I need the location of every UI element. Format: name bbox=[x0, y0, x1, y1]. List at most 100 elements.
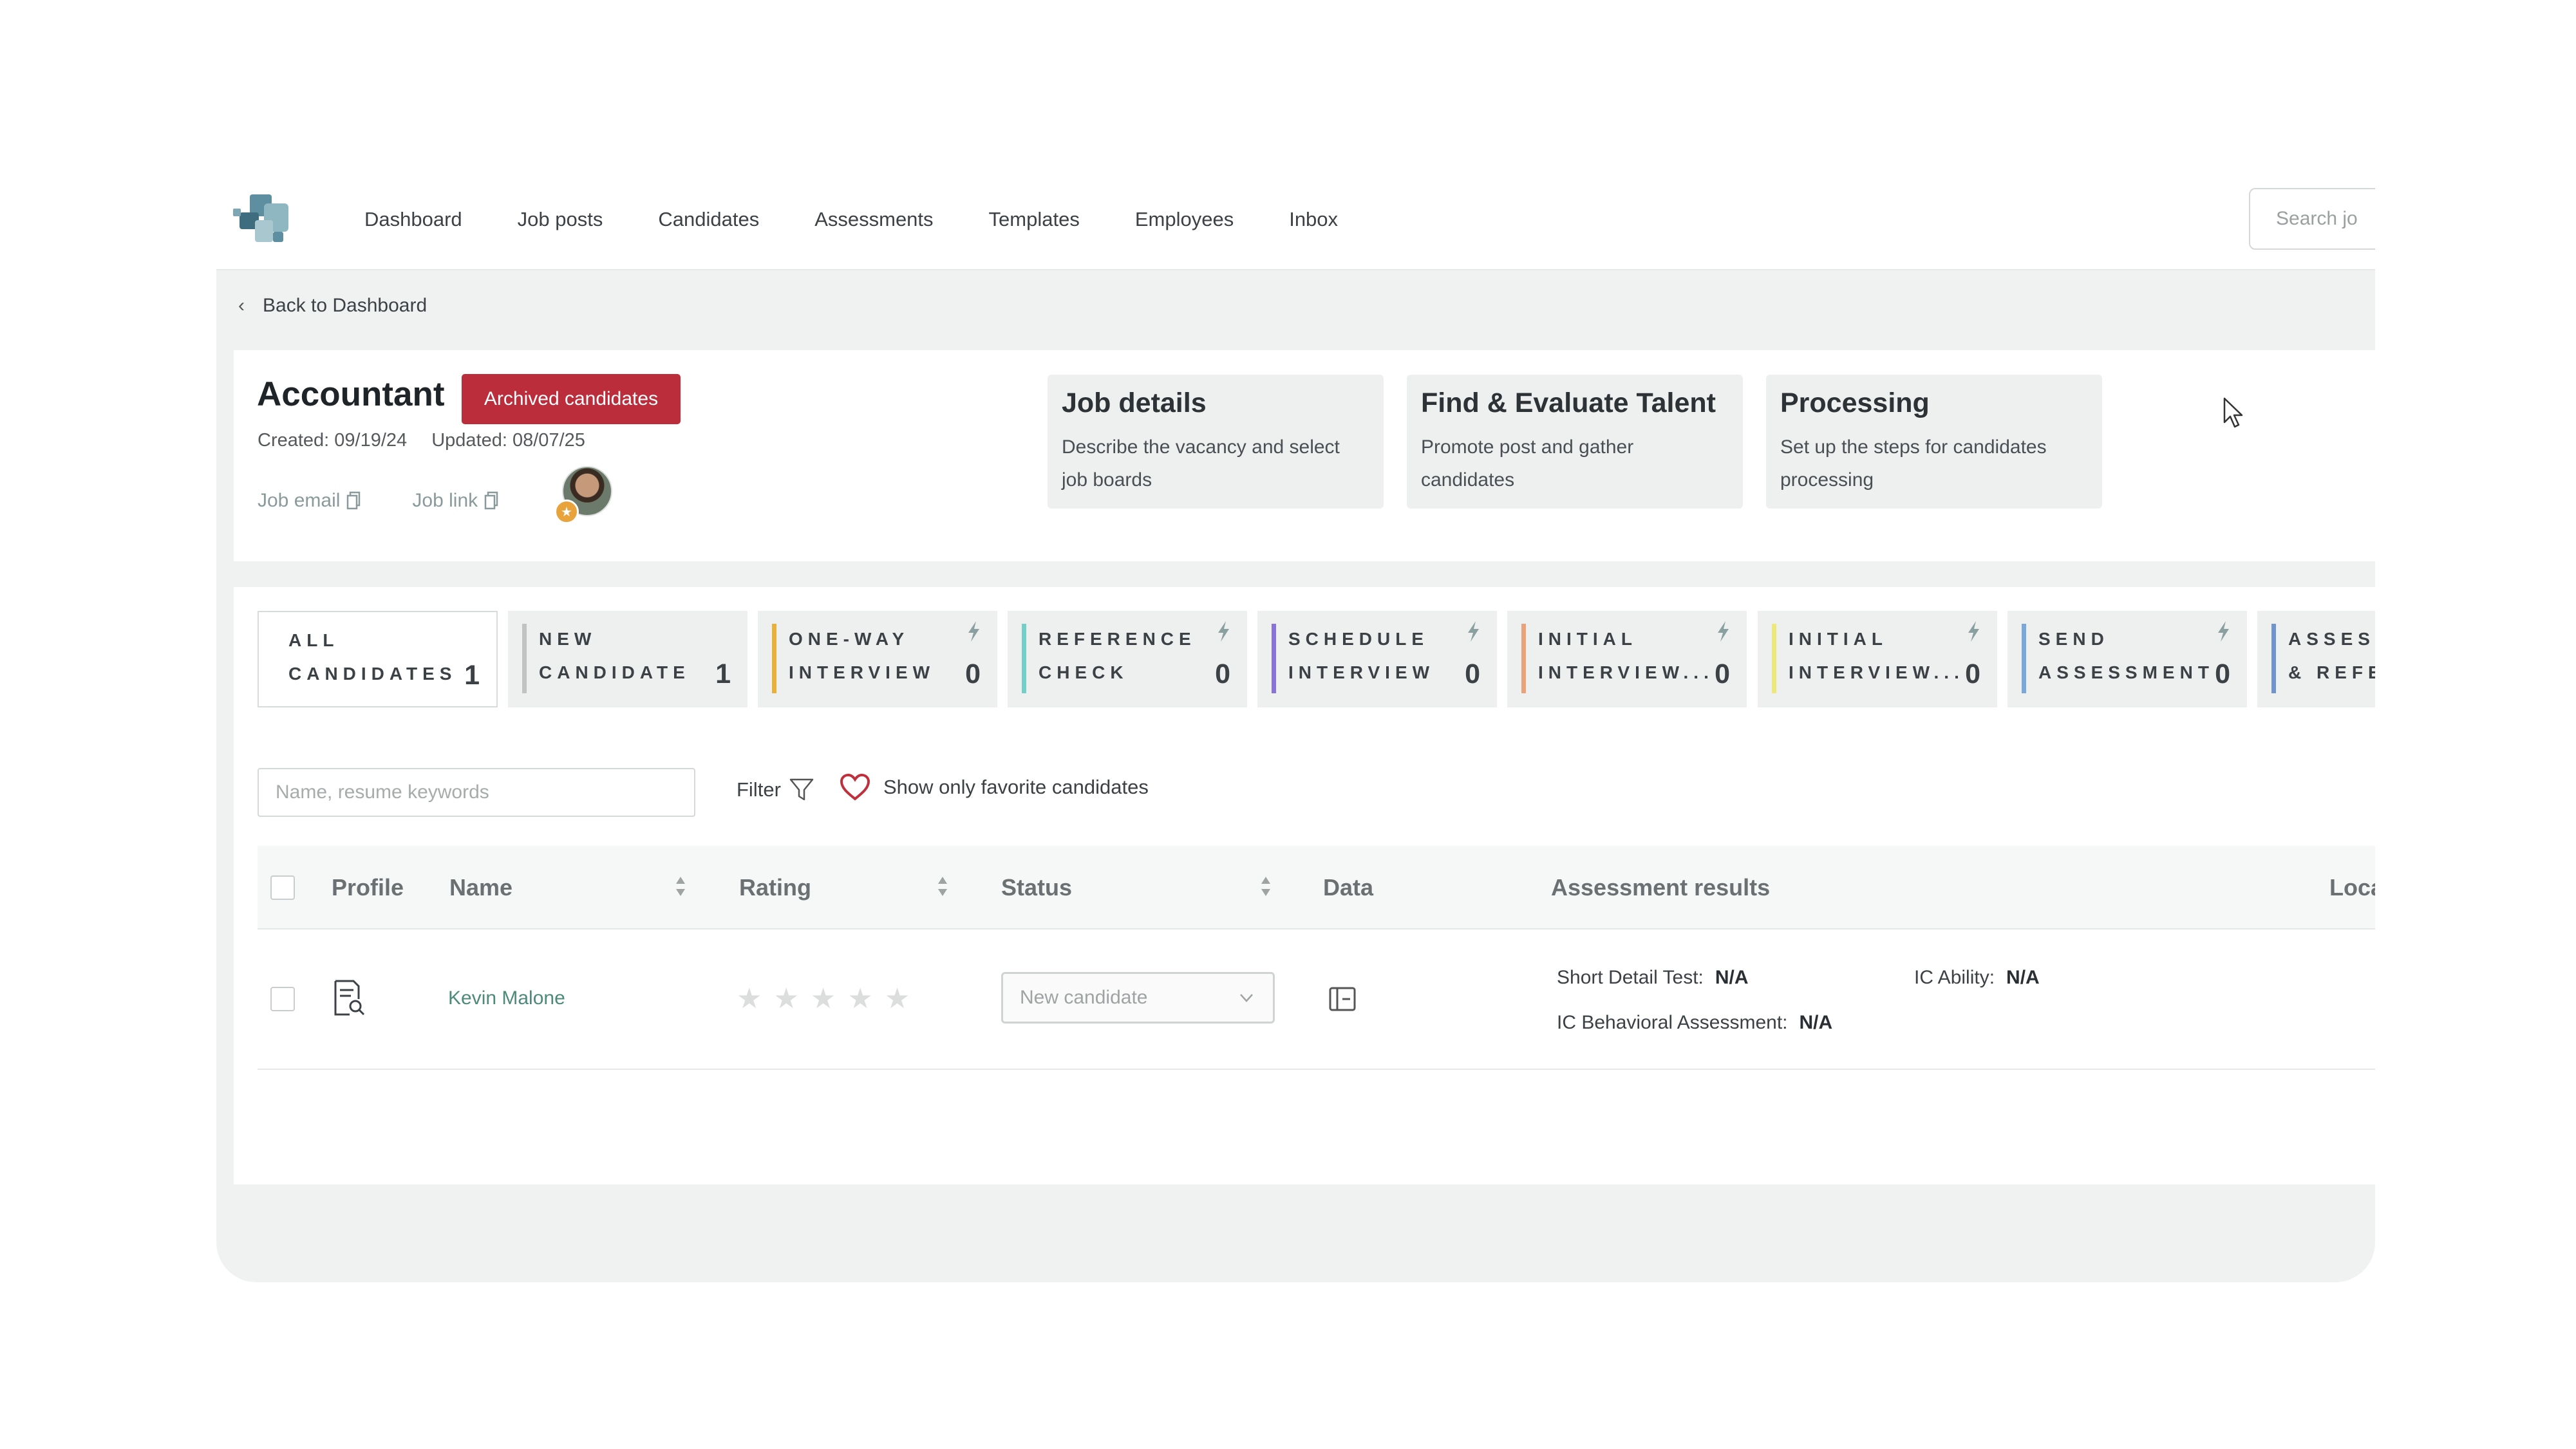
main-nav: Dashboard Job posts Candidates Assessmen… bbox=[364, 169, 1393, 270]
step-desc-line2: processing bbox=[1780, 469, 1874, 491]
stage-label: INITIAL INTERVIEW... bbox=[1538, 629, 1714, 682]
stage-color-bar bbox=[2022, 624, 2026, 693]
job-email-link[interactable]: Job email bbox=[258, 490, 361, 512]
back-to-dashboard-link[interactable]: ‹ Back to Dashboard bbox=[238, 295, 427, 317]
select-all-checkbox[interactable] bbox=[270, 875, 295, 900]
table-row[interactable]: Kevin Malone ★ ★ ★ ★ ★ New candidate Short D… bbox=[258, 930, 2375, 1070]
automation-bolt-icon bbox=[2218, 621, 2229, 642]
stage-color-bar bbox=[2271, 624, 2276, 693]
assessment-ic-ability: IC Ability: N/A bbox=[1914, 967, 2040, 989]
automation-bolt-icon bbox=[968, 621, 979, 642]
filter-button[interactable]: Filter bbox=[737, 778, 814, 802]
stage-label: NEW CANDIDATE bbox=[539, 629, 690, 682]
stage-tab[interactable]: ONE-WAY INTERVIEW 0 bbox=[758, 611, 997, 707]
star-icon[interactable]: ★ bbox=[773, 985, 798, 1013]
stage-label: ASSESSI & REFE... bbox=[2288, 629, 2375, 682]
status-select[interactable]: New candidate bbox=[1001, 972, 1275, 1024]
stage-color-bar bbox=[1521, 624, 1526, 693]
step-card-processing[interactable]: Processing Set up the steps for candidat… bbox=[1766, 375, 2102, 509]
col-name[interactable]: Name bbox=[449, 846, 512, 930]
nav-job-posts[interactable]: Job posts bbox=[518, 208, 603, 231]
stage-count: 0 bbox=[2215, 659, 2230, 689]
stage-tab[interactable]: INITIAL INTERVIEW... 0 bbox=[1507, 611, 1747, 707]
job-title: Accountant bbox=[257, 375, 445, 413]
automation-bolt-icon bbox=[1468, 621, 1479, 642]
back-label: Back to Dashboard bbox=[263, 295, 428, 316]
company-logo[interactable] bbox=[230, 189, 298, 247]
step-desc-line1: Describe the vacancy and select bbox=[1062, 436, 1340, 458]
job-link-label: Job link bbox=[412, 490, 478, 511]
automation-bolt-icon bbox=[1718, 621, 1729, 642]
copy-icon[interactable] bbox=[484, 491, 498, 510]
stage-tab[interactable]: ASSESSI & REFE... bbox=[2257, 611, 2375, 707]
stage-tab[interactable]: SCHEDULE INTERVIEW 0 bbox=[1257, 611, 1497, 707]
automation-bolt-icon bbox=[1968, 621, 1979, 642]
stage-color-bar bbox=[1022, 624, 1026, 693]
filter-label: Filter bbox=[737, 778, 781, 801]
stage-label: REFERENCE CHECK bbox=[1039, 629, 1196, 682]
job-links: Job email Job link bbox=[258, 490, 550, 512]
job-link-link[interactable]: Job link bbox=[412, 490, 498, 512]
step-title: Processing bbox=[1780, 388, 1930, 418]
star-icon[interactable]: ★ bbox=[811, 985, 836, 1013]
stage-tab[interactable]: ALL CANDIDATES 1 bbox=[258, 611, 498, 707]
stage-tab[interactable]: NEW CANDIDATE 1 bbox=[508, 611, 747, 707]
heart-icon bbox=[840, 774, 870, 801]
chevron-down-icon bbox=[1240, 994, 1253, 1002]
nav-dashboard[interactable]: Dashboard bbox=[364, 208, 462, 231]
nav-inbox[interactable]: Inbox bbox=[1289, 208, 1338, 231]
nav-assessments[interactable]: Assessments bbox=[814, 208, 933, 231]
stage-count: 0 bbox=[1715, 659, 1730, 689]
copy-icon[interactable] bbox=[346, 491, 361, 510]
col-rating[interactable]: Rating bbox=[739, 846, 811, 930]
sort-rating-icon[interactable] bbox=[937, 875, 948, 897]
stage-color-bar bbox=[1272, 624, 1276, 693]
assessment-label: Short Detail Test: bbox=[1557, 967, 1704, 988]
favorites-toggle[interactable]: Show only favorite candidates bbox=[840, 774, 1149, 801]
step-desc-line2: candidates bbox=[1421, 469, 1515, 491]
stage-tab[interactable]: INITIAL INTERVIEW... 0 bbox=[1758, 611, 1997, 707]
stage-tab[interactable]: REFERENCE CHECK 0 bbox=[1008, 611, 1247, 707]
step-card-find-evaluate[interactable]: Find & Evaluate Talent Promote post and … bbox=[1407, 375, 1743, 509]
resume-preview-icon[interactable] bbox=[333, 980, 365, 1017]
candidate-name-link[interactable]: Kevin Malone bbox=[448, 987, 565, 1009]
stage-label: ONE-WAY INTERVIEW bbox=[789, 629, 935, 682]
stage-label: ALL CANDIDATES bbox=[288, 630, 457, 684]
nav-candidates[interactable]: Candidates bbox=[658, 208, 759, 231]
stage-label: INITIAL INTERVIEW... bbox=[1789, 629, 1964, 682]
col-location: Locati bbox=[2329, 874, 2375, 901]
filter-icon bbox=[789, 778, 814, 801]
stage-label: SEND ASSESSMENT bbox=[2038, 629, 2214, 682]
assessment-label: IC Behavioral Assessment: bbox=[1557, 1012, 1788, 1033]
candidate-search-input[interactable] bbox=[258, 768, 695, 817]
sort-name-icon[interactable] bbox=[675, 875, 686, 897]
star-icon[interactable]: ★ bbox=[737, 985, 762, 1013]
chevron-left-icon: ‹ bbox=[238, 295, 245, 316]
global-search bbox=[2249, 188, 2375, 250]
search-input[interactable] bbox=[2275, 207, 2375, 230]
assessment-value: N/A bbox=[1799, 1012, 1833, 1033]
step-title: Job details bbox=[1062, 388, 1207, 418]
step-desc-line1: Promote post and gather bbox=[1421, 436, 1634, 458]
sort-status-icon[interactable] bbox=[1260, 875, 1272, 897]
star-icon[interactable]: ★ bbox=[847, 985, 872, 1013]
favorites-label: Show only favorite candidates bbox=[883, 776, 1149, 798]
assessment-label: IC Ability: bbox=[1914, 967, 1995, 988]
candidate-data-icon[interactable] bbox=[1328, 986, 1357, 1012]
stage-count: 0 bbox=[965, 659, 981, 689]
step-desc-line2: job boards bbox=[1062, 469, 1152, 491]
stage-tab[interactable]: SEND ASSESSMENT 0 bbox=[2007, 611, 2247, 707]
col-profile: Profile bbox=[332, 874, 404, 901]
candidates-panel: ALL CANDIDATES 1 NEW CANDIDATE 1 ONE-WAY INT… bbox=[234, 587, 2375, 1184]
star-icon[interactable]: ★ bbox=[885, 985, 910, 1013]
assessment-short-detail-test: Short Detail Test: N/A bbox=[1557, 967, 1749, 989]
archived-candidates-button[interactable]: Archived candidates bbox=[462, 374, 681, 424]
col-status[interactable]: Status bbox=[1001, 846, 1072, 930]
nav-employees[interactable]: Employees bbox=[1135, 208, 1234, 231]
row-checkbox[interactable] bbox=[270, 987, 295, 1011]
step-card-job-details[interactable]: Job details Describe the vacancy and sel… bbox=[1048, 375, 1384, 509]
owner-star-icon: ★ bbox=[554, 500, 579, 524]
rating-stars[interactable]: ★ ★ ★ ★ ★ bbox=[737, 985, 921, 1013]
stage-count: 0 bbox=[1965, 659, 1980, 689]
nav-templates[interactable]: Templates bbox=[989, 208, 1080, 231]
